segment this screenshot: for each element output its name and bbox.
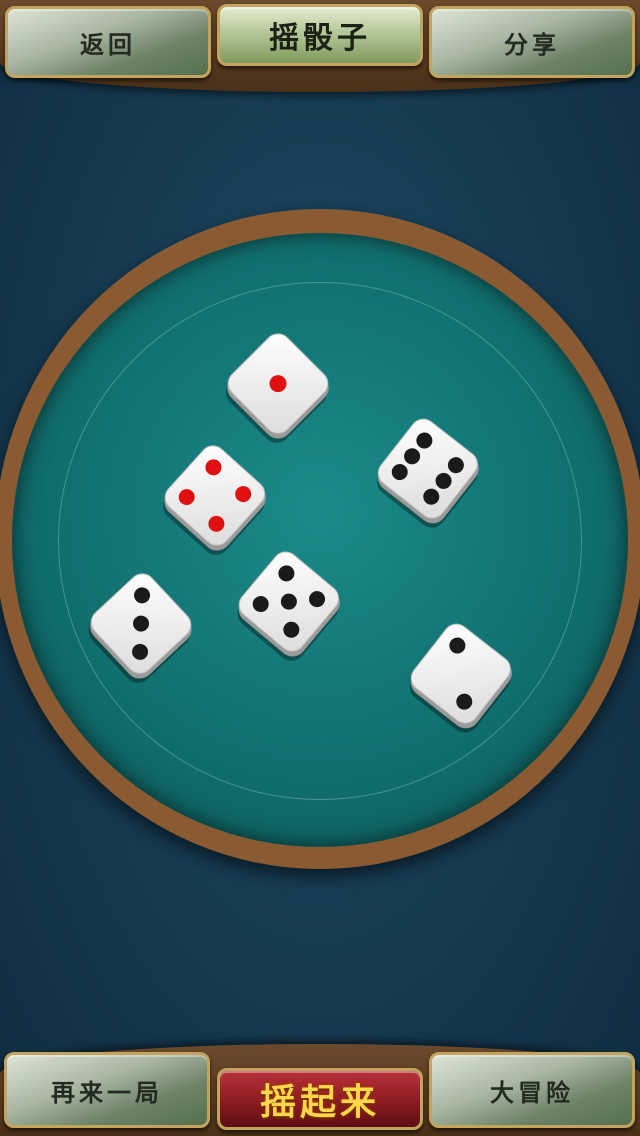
die-face	[377, 418, 478, 519]
shake-button[interactable]: 摇起来	[217, 1068, 423, 1130]
die-4	[237, 551, 340, 661]
die-5	[88, 573, 192, 683]
die-face	[164, 445, 266, 546]
die-1	[225, 333, 329, 443]
die-6	[409, 623, 512, 733]
play-again-button[interactable]: 再来一局	[4, 1052, 210, 1128]
die-3	[163, 445, 266, 555]
truth-or-dare-button[interactable]: 大冒险	[429, 1052, 635, 1128]
die-face	[410, 623, 511, 724]
die-2	[376, 418, 479, 528]
dice-layer	[88, 333, 512, 733]
